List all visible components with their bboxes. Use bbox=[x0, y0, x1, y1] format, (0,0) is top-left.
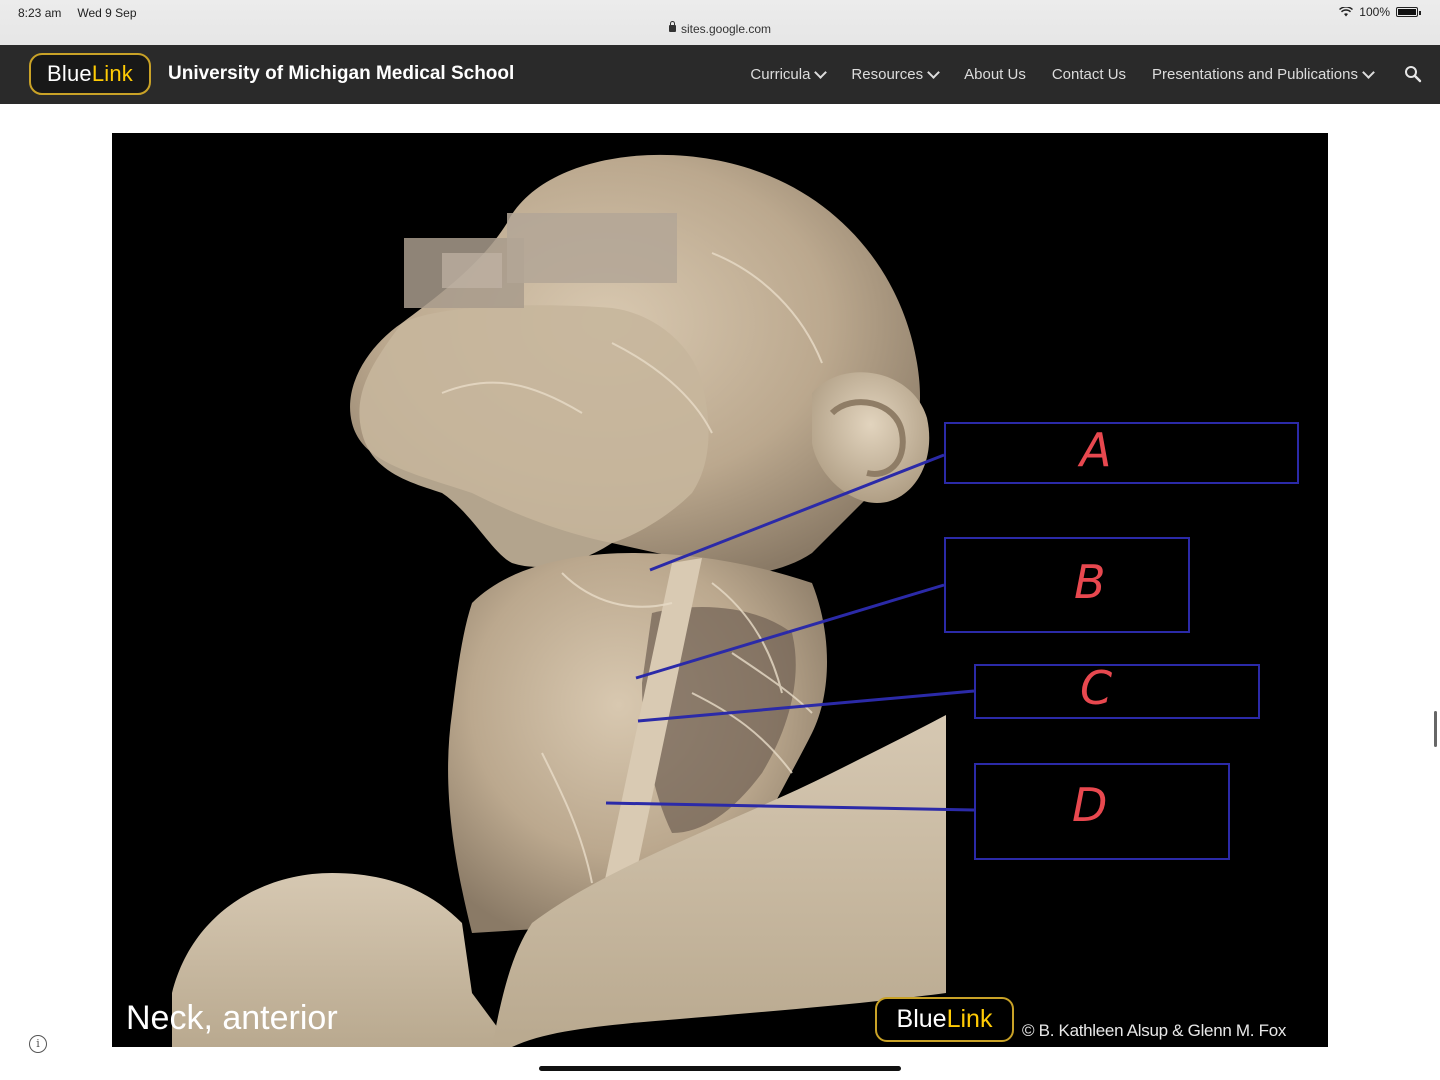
logo-text-link: Link bbox=[91, 61, 133, 86]
menu-label: Contact Us bbox=[1051, 66, 1127, 83]
status-date: Wed 9 Sep bbox=[77, 6, 137, 20]
label-box-c[interactable] bbox=[974, 664, 1260, 719]
lock-icon bbox=[668, 21, 676, 32]
battery-icon bbox=[1396, 7, 1421, 17]
figure-bluelink-logo: Blue Link bbox=[875, 997, 1014, 1042]
status-left: 8:23 am Wed 9 Sep bbox=[18, 6, 137, 20]
menu-contact-us[interactable]: Contact Us bbox=[1052, 66, 1126, 83]
menu-about-us[interactable]: About Us bbox=[964, 66, 1026, 83]
label-box-b[interactable] bbox=[944, 537, 1190, 633]
menu-label: Curricula bbox=[750, 66, 811, 83]
url-text: sites.google.com bbox=[680, 22, 772, 36]
search-icon[interactable] bbox=[1404, 65, 1422, 83]
site-title[interactable]: University of Michigan Medical School bbox=[168, 63, 514, 85]
menu-curricula[interactable]: Curricula bbox=[750, 65, 828, 83]
menu-label: About Us bbox=[964, 66, 1026, 83]
figure-caption: Neck, anterior bbox=[126, 999, 338, 1037]
scrollbar-handle[interactable] bbox=[1434, 711, 1437, 747]
address-bar[interactable]: sites.google.com bbox=[0, 21, 1440, 36]
chevron-down-icon bbox=[927, 65, 940, 79]
logo-text-blue: Blue bbox=[46, 61, 92, 86]
label-c: C bbox=[1080, 661, 1113, 715]
anatomy-figure: A B C D Neck, anterior Blue Link © B. Kat… bbox=[112, 133, 1328, 1047]
status-bar: 8:23 am Wed 9 Sep sites.google.com 100% bbox=[0, 0, 1440, 45]
status-time: 8:23 am bbox=[18, 6, 62, 20]
label-a: A bbox=[1080, 423, 1112, 477]
battery-percent: 100% bbox=[1359, 5, 1390, 19]
label-box-a[interactable] bbox=[944, 422, 1299, 484]
label-d: D bbox=[1072, 778, 1108, 832]
menu-label: Presentations and Publications bbox=[1152, 66, 1358, 83]
menu-resources[interactable]: Resources bbox=[851, 65, 940, 83]
bluelink-logo[interactable]: Blue Link bbox=[29, 53, 151, 95]
logo-text-link: Link bbox=[946, 1005, 993, 1033]
chevron-down-icon bbox=[1362, 65, 1375, 79]
chevron-down-icon bbox=[814, 65, 828, 79]
label-b: B bbox=[1074, 555, 1106, 609]
menu-label: Resources bbox=[851, 66, 924, 83]
copyright-credit: © B. Kathleen Alsup & Glenn M. Fox bbox=[1022, 1021, 1287, 1040]
site-header: Blue Link University of Michigan Medical … bbox=[0, 45, 1440, 104]
main-menu: Curricula Resources About Us Contact Us … bbox=[750, 65, 1375, 83]
menu-presentations[interactable]: Presentations and Publications bbox=[1152, 65, 1375, 83]
status-right: 100% bbox=[1339, 5, 1421, 19]
home-indicator[interactable] bbox=[539, 1066, 901, 1071]
wifi-icon bbox=[1339, 7, 1354, 17]
info-icon[interactable]: i bbox=[29, 1035, 47, 1053]
logo-text-blue: Blue bbox=[896, 1005, 947, 1033]
